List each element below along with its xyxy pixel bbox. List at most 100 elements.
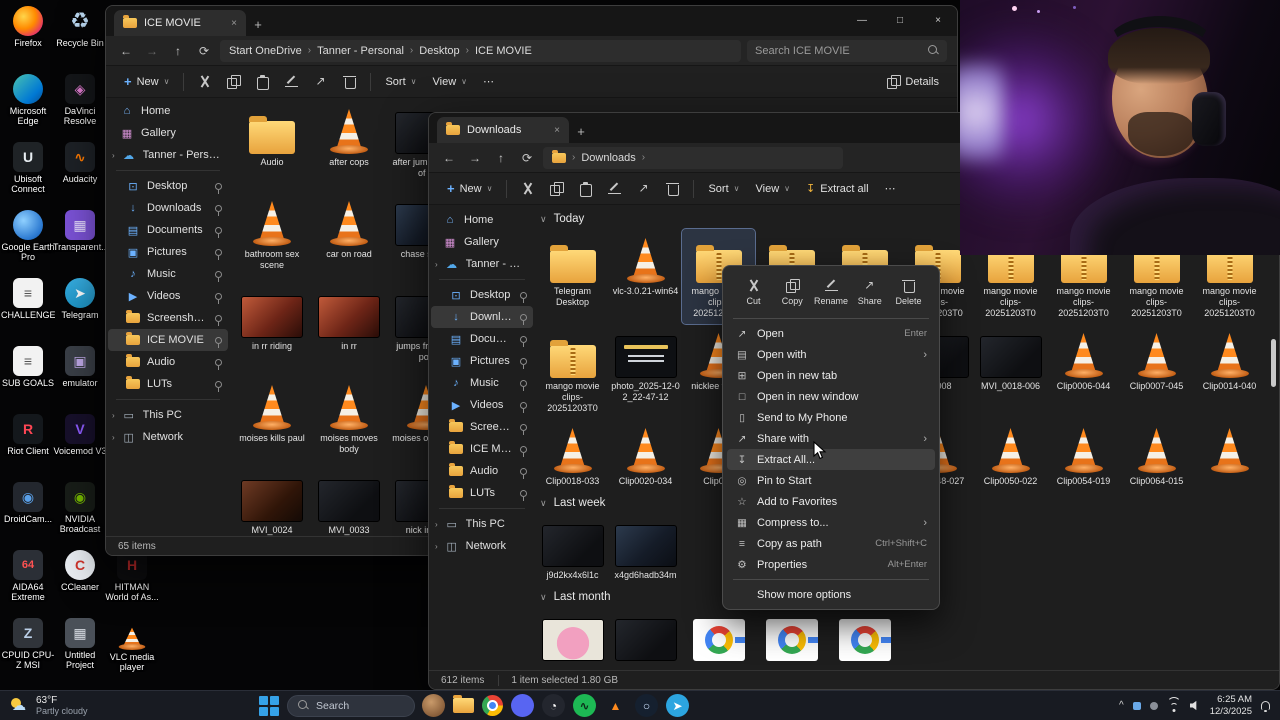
sort-button[interactable]: Sort ∨ [702,177,745,201]
menu-item-compress-to[interactable]: ▦ Compress to... › [727,512,935,533]
sidebar-item-ice-movie[interactable]: ICE MOVIE [108,329,228,351]
forward-icon[interactable]: → [142,44,162,58]
desktop-icon-riot-client[interactable]: R Riot Client [2,414,54,456]
file-item-x4gd6hadb34m[interactable]: x4gd6hadb34m [609,513,682,585]
new-tab-button[interactable]: + [569,119,593,143]
discord-icon[interactable] [511,694,534,717]
delete-button[interactable] [337,70,362,94]
desktop-icon-firefox[interactable]: Firefox [2,6,54,48]
menu-item-open-in-new-window[interactable]: □ Open in new window [727,386,935,407]
file-item[interactable] [609,607,682,668]
file-item-car-on-road[interactable]: car on road [311,192,387,284]
menu-item-send-to-my-phone[interactable]: ▯ Send to My Phone [727,407,935,428]
file-item-moises-kills-paul[interactable]: moises kills paul [234,376,310,468]
menu-item-copy-as-path[interactable]: ≡ Copy as path Ctrl+Shift+C [727,533,935,554]
desktop-icon-transparent[interactable]: ▦ Transparent... [53,210,107,252]
desktop-icon-aida64-extreme[interactable]: 64 AIDA64 Extreme [2,550,54,602]
desktop-icon-challenges[interactable]: ≡ CHALLENGES [1,278,55,320]
file-item[interactable] [682,607,755,668]
sidebar-item-this-pc[interactable]: › ▭ This PC [108,404,228,426]
volume-icon[interactable] [1189,700,1197,711]
breadcrumb-ice-movie[interactable]: ICE MOVIE [475,45,532,57]
extract-all-button[interactable]: ↧ Extract all [800,177,875,201]
paste-button[interactable] [250,70,275,94]
paste-button[interactable] [573,177,598,201]
desktop-icon-cpuid-cpu-z-msi[interactable]: Z CPUID CPU-Z MSI [2,618,54,670]
menu-item-pin-to-start[interactable]: ◎ Pin to Start [727,470,935,491]
sidebar-item-home[interactable]: ⌂ Home [431,209,533,231]
delete-button[interactable] [660,177,685,201]
breadcrumb-tanner-personal[interactable]: Tanner - Personal [317,45,404,57]
quick-share-button[interactable]: Share [851,276,888,309]
spotify-icon[interactable]: ∿ [573,694,596,717]
file-item-after-cops[interactable]: after cops [311,100,387,192]
up-icon[interactable]: ↑ [491,151,511,165]
tab-close-icon[interactable]: × [231,18,237,29]
maximize-button[interactable]: □ [881,6,919,34]
tray-app-icon[interactable] [1149,701,1158,710]
desktop-icon-sub-goals[interactable]: ≡ SUB GOALS [2,346,54,388]
cut-button[interactable] [515,177,540,201]
ice-tab[interactable]: ICE MOVIE × [114,10,246,36]
file-item-in-rr-riding[interactable]: in rr riding [234,284,310,376]
menu-item-open-with[interactable]: ▤ Open with › [727,344,935,365]
details-button[interactable]: Details [881,70,945,94]
file-item-telegram-desktop[interactable]: Telegram Desktop [536,229,609,312]
desktop-icon-nvidia-broadcast[interactable]: ◉ NVIDIA Broadcast [54,482,106,534]
notification-bell-icon[interactable] [1261,701,1270,713]
desktop-icon-untitled-project[interactable]: ▦ Untitled Project [54,618,106,670]
rename-button[interactable] [279,70,304,94]
quick-cut-button[interactable]: Cut [735,276,772,309]
stream-avatar-icon[interactable] [422,694,445,717]
share-button[interactable] [308,70,333,94]
view-button[interactable]: View ∨ [750,177,797,201]
sidebar-item-screenshots[interactable]: Screenshots [108,307,228,329]
desktop-icon-audacity[interactable]: ∿ Audacity [54,142,106,184]
sidebar-item-luts[interactable]: LUTs [431,482,533,504]
desktop-icon-ubisoft-connect[interactable]: U Ubisoft Connect [2,142,54,194]
clock[interactable]: 6:25 AM 12/3/2025 [1210,694,1252,718]
desktop-icon-ccleaner[interactable]: C CCleaner [54,550,106,592]
telegram-icon[interactable]: ➤ [666,694,689,717]
new-button[interactable]: + New ∨ [441,177,498,201]
file-item-mango-movie-clips-20251203t0-85401z-1-047[interactable]: mango movie clips-20251203T0 85401Z-1-04… [536,324,609,419]
sidebar-item-home[interactable]: ⌂ Home [108,100,228,122]
refresh-icon[interactable]: ⟳ [194,44,214,58]
menu-item-open-in-new-tab[interactable]: ⊞ Open in new tab [727,365,935,386]
desktop-icon-google-earth-pro[interactable]: Google Earth Pro [1,210,55,262]
menu-item-open[interactable]: ↗ Open Enter [727,323,935,344]
cut-button[interactable] [192,70,217,94]
sidebar-item-documents[interactable]: ▤ Documents [431,328,533,350]
sidebar-item-downloads[interactable]: ↓ Downloads [431,306,533,328]
back-icon[interactable]: ← [439,151,459,165]
taskbar-search[interactable]: Search [287,694,415,717]
network-icon[interactable] [1166,696,1181,712]
quick-delete-button[interactable]: Delete [890,276,927,309]
file-item-clip0054-019[interactable]: Clip0054-019 [1047,419,1120,491]
new-button[interactable]: + New ∨ [118,70,175,94]
sidebar-item-desktop[interactable]: ⊡ Desktop [431,284,533,306]
file-item-j9d2kx4x6l1c[interactable]: j9d2kx4x6l1c [536,513,609,585]
quick-copy-button[interactable]: Copy [774,276,811,309]
start-button[interactable] [258,695,280,717]
sidebar-item-gallery[interactable]: ▦ Gallery [108,122,228,144]
sidebar-item-music[interactable]: ♪ Music [108,263,228,285]
menu-item-extract-all[interactable]: ↧ Extract All... [727,449,935,470]
scrollbar[interactable] [1271,325,1276,689]
sidebar-item-videos[interactable]: ▶ Videos [431,394,533,416]
vlc-player-icon[interactable]: ▲ [604,694,627,717]
desktop-icon-vlc-media-player[interactable]: VLC media player [106,618,158,672]
sidebar-item-network[interactable]: › ◫ Network [108,426,228,448]
sidebar-item-screenshots[interactable]: Screenshots [431,416,533,438]
more-options-button[interactable]: ⋯ [879,177,903,201]
sidebar-item-luts[interactable]: LUTs [108,373,228,395]
file-item-clip0018-033[interactable]: Clip0018-033 [536,419,609,491]
breadcrumb-downloads[interactable]: Downloads [581,152,635,164]
menu-item-show-more-options[interactable]: Show more options [727,584,935,605]
tab-close-icon[interactable]: × [554,125,560,136]
sidebar-item-ice-movie[interactable]: ICE MOVIE [431,438,533,460]
menu-item-add-to-favorites[interactable]: ☆ Add to Favorites [727,491,935,512]
hidden-icons-chevron[interactable]: ^ [1119,700,1124,711]
desktop-icon-microsoft-edge[interactable]: Microsoft Edge [2,74,54,126]
file-item[interactable] [1193,419,1266,480]
